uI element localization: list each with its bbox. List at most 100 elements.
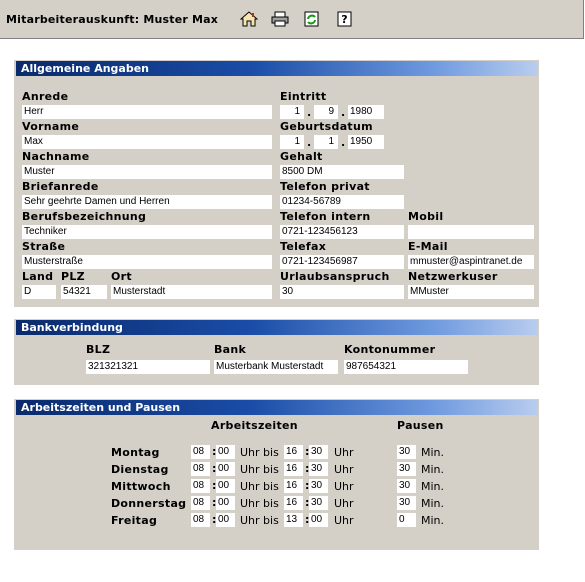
- weekday-label: Montag: [111, 446, 160, 459]
- printer-icon[interactable]: [271, 11, 289, 27]
- end-minute-field[interactable]: 00: [309, 513, 328, 527]
- urlaubsanspruch-label: Urlaubsanspruch: [280, 270, 390, 283]
- start-minute-field[interactable]: 00: [216, 479, 235, 493]
- eintritt-label: Eintritt: [280, 90, 327, 103]
- blz-field[interactable]: 321321321: [86, 360, 210, 374]
- times-panel: Arbeitszeiten und Pausen Arbeitszeiten P…: [14, 399, 539, 550]
- geburt-year-field[interactable]: 1950: [348, 135, 384, 149]
- date-separator: .: [341, 136, 346, 149]
- end-minute-field[interactable]: 30: [309, 496, 328, 510]
- telefax-label: Telefax: [280, 240, 327, 253]
- geburt-day-field[interactable]: 1: [280, 135, 304, 149]
- home-icon[interactable]: [240, 11, 258, 27]
- anrede-field[interactable]: Herr: [22, 105, 272, 119]
- bank-field[interactable]: Musterbank Musterstadt: [214, 360, 338, 374]
- email-field[interactable]: mmuster@aspintranet.de: [408, 255, 534, 269]
- start-hour-field[interactable]: 08: [191, 496, 210, 510]
- pause-minutes-field[interactable]: 0: [397, 513, 416, 527]
- pausen-column-label: Pausen: [397, 419, 444, 432]
- nachname-label: Nachname: [22, 150, 90, 163]
- start-minute-field[interactable]: 00: [216, 462, 235, 476]
- minutes-unit-text: Min.: [421, 446, 445, 459]
- start-hour-field[interactable]: 08: [191, 479, 210, 493]
- uhr-text: Uhr: [334, 463, 354, 476]
- geburt-month-field[interactable]: 1: [314, 135, 338, 149]
- end-hour-field[interactable]: 13: [284, 513, 303, 527]
- refresh-icon[interactable]: [303, 11, 321, 27]
- land-label: Land: [22, 270, 54, 283]
- end-hour-field[interactable]: 16: [284, 496, 303, 510]
- netzwerkuser-field[interactable]: MMuster: [408, 285, 534, 299]
- uhr-text: Uhr: [334, 514, 354, 527]
- telefon-privat-field[interactable]: 01234-56789: [280, 195, 404, 209]
- weekday-label: Freitag: [111, 514, 158, 527]
- arbeitszeiten-column-label: Arbeitszeiten: [211, 419, 298, 432]
- times-header: Arbeitszeiten und Pausen: [16, 400, 538, 415]
- date-separator: .: [341, 106, 346, 119]
- urlaubsanspruch-field[interactable]: 30: [280, 285, 404, 299]
- blz-label: BLZ: [86, 343, 111, 356]
- nachname-field[interactable]: Muster: [22, 165, 272, 179]
- page-title: Mitarbeiterauskunft: Muster Max: [6, 13, 219, 26]
- berufsbezeichnung-field[interactable]: Techniker: [22, 225, 272, 239]
- ort-label: Ort: [111, 270, 132, 283]
- anrede-label: Anrede: [22, 90, 69, 103]
- minutes-unit-text: Min.: [421, 497, 445, 510]
- general-panel: Allgemeine Angaben Anrede Herr Eintritt …: [14, 60, 539, 307]
- vorname-label: Vorname: [22, 120, 80, 133]
- eintritt-month-field[interactable]: 9: [314, 105, 338, 119]
- geburtsdatum-label: Geburtsdatum: [280, 120, 373, 133]
- start-hour-field[interactable]: 08: [191, 445, 210, 459]
- minutes-unit-text: Min.: [421, 480, 445, 493]
- start-hour-field[interactable]: 08: [191, 462, 210, 476]
- pause-minutes-field[interactable]: 30: [397, 445, 416, 459]
- briefanrede-field[interactable]: Sehr geehrte Damen und Herren: [22, 195, 272, 209]
- telefax-field[interactable]: 0721-123456987: [280, 255, 404, 269]
- end-hour-field[interactable]: 16: [284, 479, 303, 493]
- date-separator: .: [307, 136, 312, 149]
- telefon-privat-label: Telefon privat: [280, 180, 370, 193]
- start-minute-field[interactable]: 00: [216, 445, 235, 459]
- eintritt-day-field[interactable]: 1: [280, 105, 304, 119]
- strasse-label: Straße: [22, 240, 66, 253]
- end-minute-field[interactable]: 30: [309, 479, 328, 493]
- ort-field[interactable]: Musterstadt: [111, 285, 272, 299]
- pause-minutes-field[interactable]: 30: [397, 462, 416, 476]
- title-bar: Mitarbeiterauskunft: Muster Max ?: [0, 0, 584, 39]
- mobil-field[interactable]: [408, 225, 534, 239]
- pause-minutes-field[interactable]: 30: [397, 496, 416, 510]
- gehalt-field[interactable]: 8500 DM: [280, 165, 404, 179]
- plz-field[interactable]: 54321: [61, 285, 107, 299]
- kontonummer-field[interactable]: 987654321: [344, 360, 468, 374]
- mobil-label: Mobil: [408, 210, 444, 223]
- uhr-bis-text: Uhr bis: [240, 463, 279, 476]
- pause-minutes-field[interactable]: 30: [397, 479, 416, 493]
- email-label: E-Mail: [408, 240, 448, 253]
- bank-panel: Bankverbindung BLZ 321321321 Bank Muster…: [14, 319, 539, 385]
- kontonummer-label: Kontonummer: [344, 343, 436, 356]
- end-hour-field[interactable]: 16: [284, 445, 303, 459]
- uhr-bis-text: Uhr bis: [240, 514, 279, 527]
- land-field[interactable]: D: [22, 285, 56, 299]
- start-minute-field[interactable]: 00: [216, 496, 235, 510]
- uhr-bis-text: Uhr bis: [240, 480, 279, 493]
- weekday-label: Dienstag: [111, 463, 169, 476]
- eintritt-year-field[interactable]: 1980: [348, 105, 384, 119]
- help-icon[interactable]: ?: [336, 11, 354, 27]
- end-minute-field[interactable]: 30: [309, 445, 328, 459]
- start-hour-field[interactable]: 08: [191, 513, 210, 527]
- uhr-bis-text: Uhr bis: [240, 497, 279, 510]
- briefanrede-label: Briefanrede: [22, 180, 99, 193]
- uhr-text: Uhr: [334, 480, 354, 493]
- date-separator: .: [307, 106, 312, 119]
- general-header: Allgemeine Angaben: [16, 61, 538, 76]
- uhr-text: Uhr: [334, 446, 354, 459]
- end-minute-field[interactable]: 30: [309, 462, 328, 476]
- end-hour-field[interactable]: 16: [284, 462, 303, 476]
- bank-label: Bank: [214, 343, 247, 356]
- plz-label: PLZ: [61, 270, 85, 283]
- vorname-field[interactable]: Max: [22, 135, 272, 149]
- strasse-field[interactable]: Musterstraße: [22, 255, 272, 269]
- start-minute-field[interactable]: 00: [216, 513, 235, 527]
- telefon-intern-field[interactable]: 0721-123456123: [280, 225, 404, 239]
